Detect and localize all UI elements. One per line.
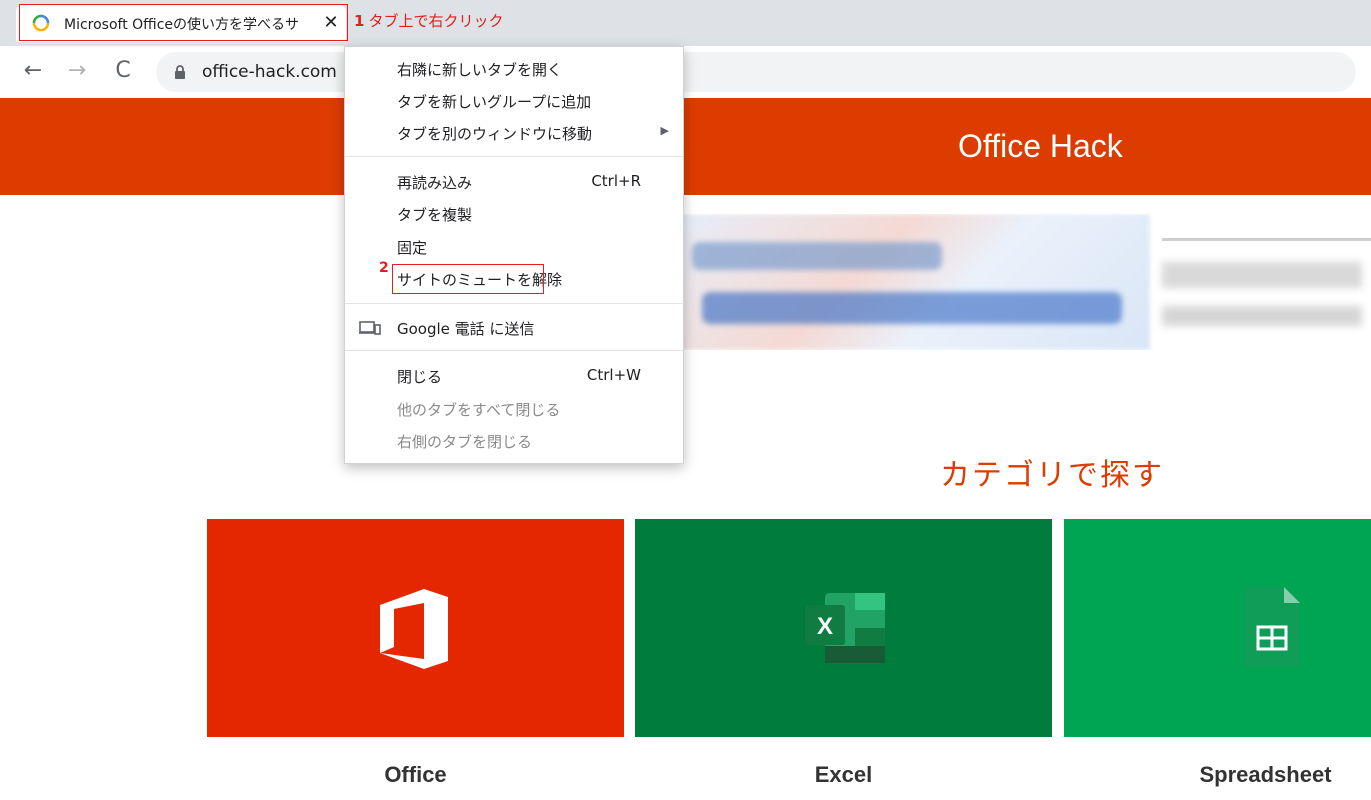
- banner-image: [672, 214, 1150, 350]
- sheets-logo-icon: [1244, 587, 1300, 667]
- menu-item-label: 閉じる: [397, 368, 443, 386]
- menu-item-add-to-group[interactable]: タブを新しいグループに追加: [345, 85, 683, 117]
- menu-separator: [345, 156, 683, 157]
- tile-label-office[interactable]: Office: [207, 762, 624, 788]
- category-heading: カテゴリで探す: [940, 458, 1164, 493]
- menu-item-label: 固定: [397, 239, 428, 257]
- annotation-box-unmute: [392, 264, 544, 294]
- banner-blur-text: [1162, 262, 1362, 288]
- menu-item-shortcut: Ctrl+W: [586, 366, 641, 384]
- menu-item-label: Google 電話 に送信: [397, 320, 535, 338]
- banner-divider: [1162, 238, 1371, 241]
- menu-item-duplicate[interactable]: タブを複製: [345, 198, 683, 230]
- annotation-step1-text: タブ上で右クリック: [368, 12, 504, 30]
- banner-ad[interactable]: [672, 214, 1371, 350]
- menu-item-close[interactable]: 閉じる Ctrl+W: [345, 360, 683, 392]
- menu-item-pin[interactable]: 固定: [345, 231, 683, 263]
- office-logo-icon: [380, 589, 448, 669]
- tab-strip: Microsoft Officeの使い方を学べるサ ✕ 1 タブ上で右クリック: [0, 0, 1371, 46]
- annotation-step1-number: 1: [354, 12, 365, 30]
- reload-icon[interactable]: C: [108, 56, 138, 86]
- menu-item-move-to-window[interactable]: タブを別のウィンドウに移動 ▶: [345, 117, 683, 149]
- category-tile-excel[interactable]: X: [635, 519, 1052, 737]
- address-bar[interactable]: office-hack.com: [156, 52, 1356, 92]
- category-tile-spreadsheet[interactable]: [1064, 519, 1371, 737]
- menu-item-label: 右側のタブを閉じる: [397, 433, 533, 451]
- banner-blur-block: [692, 242, 942, 270]
- excel-logo-icon: X: [805, 593, 885, 663]
- site-header: Office Hack: [0, 98, 1371, 195]
- tile-label-spreadsheet[interactable]: Spreadsheet: [1160, 762, 1371, 788]
- site-title[interactable]: Office Hack: [958, 128, 1123, 165]
- menu-item-shortcut: Ctrl+R: [591, 172, 641, 190]
- menu-separator: [345, 350, 683, 351]
- url-text: office-hack.com: [202, 62, 337, 82]
- browser-toolbar: ← → C office-hack.com: [0, 46, 1371, 98]
- menu-item-label: 再読み込み: [397, 174, 473, 192]
- tile-label-excel[interactable]: Excel: [635, 762, 1052, 788]
- menu-item-label: タブを新しいグループに追加: [397, 93, 592, 111]
- svg-text:X: X: [817, 613, 833, 640]
- annotation-step2-number: 2: [379, 260, 389, 276]
- annotation-box-tab: [19, 4, 348, 41]
- menu-item-reload[interactable]: 再読み込み Ctrl+R: [345, 166, 683, 198]
- menu-item-label: 右隣に新しいタブを開く: [397, 61, 563, 79]
- menu-item-send-to-device[interactable]: Google 電話 に送信: [345, 312, 683, 344]
- back-arrow-icon[interactable]: ←: [18, 56, 48, 86]
- category-tile-office[interactable]: [207, 519, 624, 737]
- banner-blur-text: [1162, 306, 1362, 326]
- menu-item-new-tab-right[interactable]: 右隣に新しいタブを開く: [345, 53, 683, 85]
- menu-item-label: タブを複製: [397, 206, 473, 224]
- lock-icon: [175, 65, 185, 79]
- banner-blur-block: [702, 292, 1122, 324]
- annotation-step1: 1 タブ上で右クリック: [354, 10, 503, 31]
- menu-item-close-tabs-right[interactable]: 右側のタブを閉じる: [345, 425, 683, 457]
- menu-item-label: タブを別のウィンドウに移動: [397, 125, 593, 143]
- menu-item-close-other-tabs[interactable]: 他のタブをすべて閉じる: [345, 393, 683, 425]
- menu-item-label: 他のタブをすべて閉じる: [397, 401, 561, 419]
- device-icon: [359, 321, 381, 335]
- forward-arrow-icon[interactable]: →: [62, 56, 92, 86]
- menu-separator: [345, 303, 683, 304]
- tab-context-menu: 右隣に新しいタブを開く タブを新しいグループに追加 タブを別のウィンドウに移動 …: [344, 46, 684, 464]
- submenu-arrow-icon: ▶: [660, 124, 669, 137]
